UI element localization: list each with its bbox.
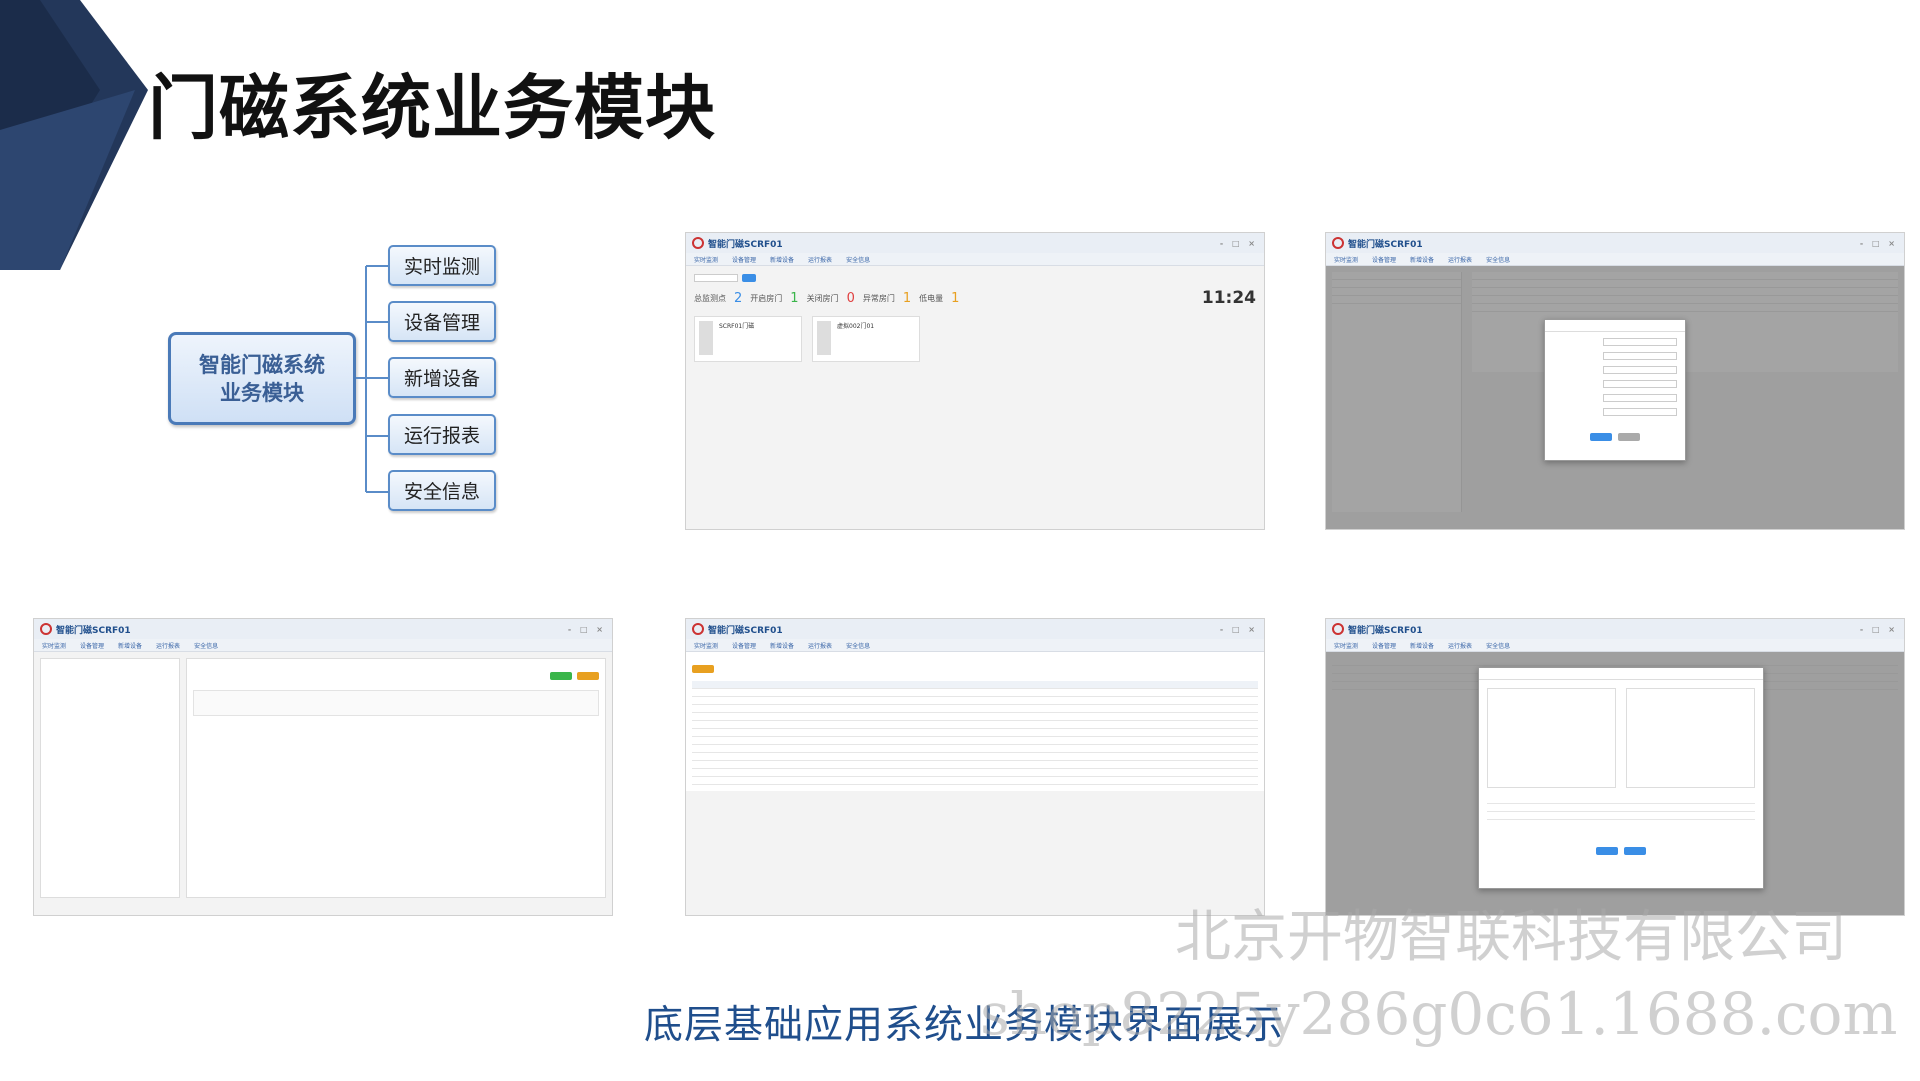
thumb-titlebar: 智能门磁SCRF01 - □ ×	[34, 619, 612, 639]
app-logo-icon	[692, 623, 704, 635]
app-logo-icon	[1332, 623, 1344, 635]
thumb-titlebar: 智能门磁SCRF01 - □ ×	[686, 233, 1264, 253]
mindmap-node-reports: 运行报表	[388, 414, 496, 455]
app-logo-icon	[692, 237, 704, 249]
screenshot-realtime-monitor: 智能门磁SCRF01 - □ × 实时监测 设备管理 新增设备 运行报表 安全信…	[685, 232, 1265, 530]
watermark-url: shop8225y286g0c61.1688.com	[980, 980, 1898, 1048]
mindmap-center-line2: 业务模块	[220, 380, 304, 405]
thumb-menu-item: 新增设备	[770, 642, 795, 650]
thumb-menu-item: 运行报表	[156, 642, 181, 650]
device-card-name: 虚拟002门01	[837, 323, 875, 330]
add-device-modal	[1544, 319, 1686, 461]
thumb-app-title: 智能门磁SCRF01	[1348, 239, 1423, 250]
thumb-menu-item: 实时监测	[42, 642, 67, 650]
thumb-menu: 实时监测 设备管理 新增设备 运行报表 安全信息	[1326, 639, 1904, 652]
thumb-menu-item: 实时监测	[694, 642, 719, 650]
thumb-menu-item: 运行报表	[1448, 642, 1473, 650]
app-logo-icon	[40, 623, 52, 635]
thumb-menu-item: 实时监测	[1334, 256, 1359, 264]
mindmap-node-add-device: 新增设备	[388, 357, 496, 398]
window-controls-icon: - □ ×	[1219, 624, 1258, 634]
device-card-name: SCRF01门磁	[719, 323, 755, 330]
screenshot-add-device-dialog: 智能门磁SCRF01 - □ × 实时监测 设备管理 新增设备 运行报表 安全信…	[1325, 232, 1905, 530]
stat-label: 开启房门	[750, 293, 783, 303]
corner-decoration	[0, 0, 148, 270]
window-controls-icon: - □ ×	[1859, 238, 1898, 248]
thumb-app-title: 智能门磁SCRF01	[56, 625, 131, 636]
thumb-menu-item: 运行报表	[808, 642, 833, 650]
thumb-menu-item: 安全信息	[1486, 642, 1511, 650]
thumb-menu-item: 设备管理	[1372, 256, 1397, 264]
mindmap-node-security: 安全信息	[388, 470, 496, 511]
watermark-company: 北京开物智联科技有限公司	[1175, 905, 1847, 970]
thumb-menu-item: 安全信息	[846, 256, 871, 264]
alarm-settings-modal	[1478, 667, 1764, 889]
stat-label: 总监测点	[694, 293, 726, 303]
thumb-app-title: 智能门磁SCRF01	[708, 625, 783, 636]
thumb-menu-item: 安全信息	[846, 642, 871, 650]
mindmap-node-realtime: 实时监测	[388, 245, 496, 286]
thumb-menu-item: 新增设备	[1410, 256, 1435, 264]
thumb-menu-item: 安全信息	[1486, 256, 1511, 264]
monitor-clock: 11:24	[1201, 288, 1256, 308]
stat-value: 1	[951, 290, 960, 306]
thumb-app-title: 智能门磁SCRF01	[1348, 625, 1423, 636]
monitor-stats: 总监测点 2 开启房门 1 关闭房门 0 异常房门 1 低电量 1 11:24	[694, 288, 1256, 308]
stat-label: 低电量	[919, 293, 944, 303]
stat-value: 0	[846, 290, 855, 306]
mindmap-connectors	[356, 265, 390, 493]
thumb-menu-item: 新增设备	[770, 256, 795, 264]
thumb-menu: 实时监测 设备管理 新增设备 运行报表 安全信息	[34, 639, 612, 652]
thumb-menu: 实时监测 设备管理 新增设备 运行报表 安全信息	[1326, 253, 1904, 266]
thumb-menu-item: 设备管理	[80, 642, 105, 650]
thumb-menu-item: 实时监测	[1334, 642, 1359, 650]
thumb-menu: 实时监测 设备管理 新增设备 运行报表 安全信息	[686, 253, 1264, 266]
mindmap-center-line1: 智能门磁系统	[199, 352, 325, 377]
thumb-menu-item: 设备管理	[732, 642, 757, 650]
stat-value: 2	[734, 290, 743, 306]
screenshot-device-management: 智能门磁SCRF01 - □ × 实时监测 设备管理 新增设备 运行报表 安全信…	[33, 618, 613, 916]
thumb-menu-item: 新增设备	[1410, 642, 1435, 650]
stat-label: 异常房门	[862, 293, 895, 303]
screenshot-security-info: 智能门磁SCRF01 - □ × 实时监测 设备管理 新增设备 运行报表 安全信…	[1325, 618, 1905, 916]
screenshot-reports: 智能门磁SCRF01 - □ × 实时监测 设备管理 新增设备 运行报表 安全信…	[685, 618, 1265, 916]
stat-value: 1	[902, 290, 912, 306]
thumb-menu-item: 新增设备	[118, 642, 143, 650]
thumb-titlebar: 智能门磁SCRF01 - □ ×	[686, 619, 1264, 639]
stat-value: 1	[790, 290, 799, 306]
thumb-titlebar: 智能门磁SCRF01 - □ ×	[1326, 233, 1904, 253]
mindmap-center-node: 智能门磁系统 业务模块	[168, 332, 356, 425]
thumb-app-title: 智能门磁SCRF01	[708, 239, 783, 250]
device-card: SCRF01门磁	[694, 316, 802, 362]
thumb-menu-item: 设备管理	[732, 256, 757, 264]
window-controls-icon: - □ ×	[567, 624, 606, 634]
thumb-menu-item: 设备管理	[1372, 642, 1397, 650]
page-title: 门磁系统业务模块	[148, 67, 716, 149]
mindmap-node-device-management: 设备管理	[388, 301, 496, 342]
device-card: 虚拟002门01	[812, 316, 920, 362]
thumb-menu-item: 运行报表	[808, 256, 833, 264]
thumb-menu-item: 实时监测	[694, 256, 719, 264]
stat-label: 关闭房门	[806, 293, 839, 303]
thumb-menu: 实时监测 设备管理 新增设备 运行报表 安全信息	[686, 639, 1264, 652]
window-controls-icon: - □ ×	[1219, 238, 1258, 248]
thumb-menu-item: 安全信息	[194, 642, 219, 650]
thumb-menu-item: 运行报表	[1448, 256, 1473, 264]
app-logo-icon	[1332, 237, 1344, 249]
thumb-titlebar: 智能门磁SCRF01 - □ ×	[1326, 619, 1904, 639]
window-controls-icon: - □ ×	[1859, 624, 1898, 634]
